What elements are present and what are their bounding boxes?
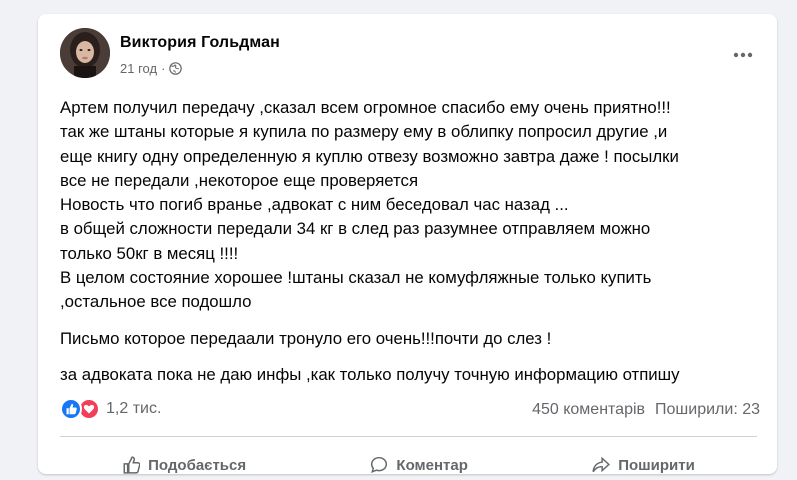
thumbs-up-icon [123, 456, 141, 474]
share-icon [592, 456, 611, 473]
globe-icon [169, 62, 183, 75]
like-button[interactable]: Подобається [122, 450, 246, 480]
post-meta: 21 год · [120, 61, 183, 76]
body-line: В целом состояние хорошее !штаны сказал … [60, 268, 652, 288]
comment-icon [371, 456, 388, 473]
avatar[interactable] [60, 28, 110, 78]
body-paragraph-2: Письмо которое передаали тронуло его оче… [60, 328, 552, 348]
like-label: Подобається [148, 456, 247, 474]
post-header: Виктория Гольдман 21 год · [60, 28, 760, 80]
body-line: еще книгу одну определенную я куплю отве… [60, 146, 679, 166]
body-line: ,остальное все подошло [60, 292, 252, 312]
share-button[interactable]: Поширити [592, 450, 695, 480]
comment-label: Коментар [396, 456, 468, 474]
share-label: Поширити [618, 456, 695, 474]
body-line: все не передали ,некоторое еще проверяет… [60, 170, 419, 190]
body-line: так же штаны которые я купила по размеру… [60, 122, 668, 142]
post-card: Виктория Гольдман 21 год · Артем получил… [38, 14, 777, 474]
body-line: Артем получил передачу ,сказал всем огро… [60, 98, 671, 117]
more-options-icon [733, 52, 753, 58]
body-line: только 50кг в месяц !!!! [60, 243, 239, 263]
post-time[interactable]: 21 год [120, 61, 157, 76]
shares-count[interactable]: Поширили: 23 [655, 401, 760, 419]
comment-button[interactable]: Коментар [370, 450, 468, 480]
like-icon [60, 398, 82, 420]
post-body: Артем получил передачу ,сказал всем огро… [60, 96, 765, 387]
meta-separator: · [161, 61, 166, 76]
avatar-image [60, 28, 110, 78]
body-line: Новость что погиб вранье ,адвокат с ним … [60, 195, 569, 215]
more-options-button[interactable] [726, 38, 760, 72]
reactions-summary[interactable]: 1,2 тис. [60, 398, 161, 420]
comments-count[interactable]: 450 коментарів [532, 401, 645, 419]
post-stats: 1,2 тис. 450 коментарів Поширили: 23 [60, 396, 760, 426]
body-paragraph-3: за адвоката пока не даю инфы ,как только… [60, 364, 680, 384]
post-actions: Подобається Коментар Поширити [60, 450, 757, 480]
body-line: в общей сложности передали 34 кг в след … [60, 219, 651, 239]
reactions-count: 1,2 тис. [106, 400, 162, 417]
divider [60, 436, 757, 437]
author-name[interactable]: Виктория Гольдман [120, 34, 280, 52]
engagement-stats: 450 коментарів Поширили: 23 [532, 401, 760, 419]
